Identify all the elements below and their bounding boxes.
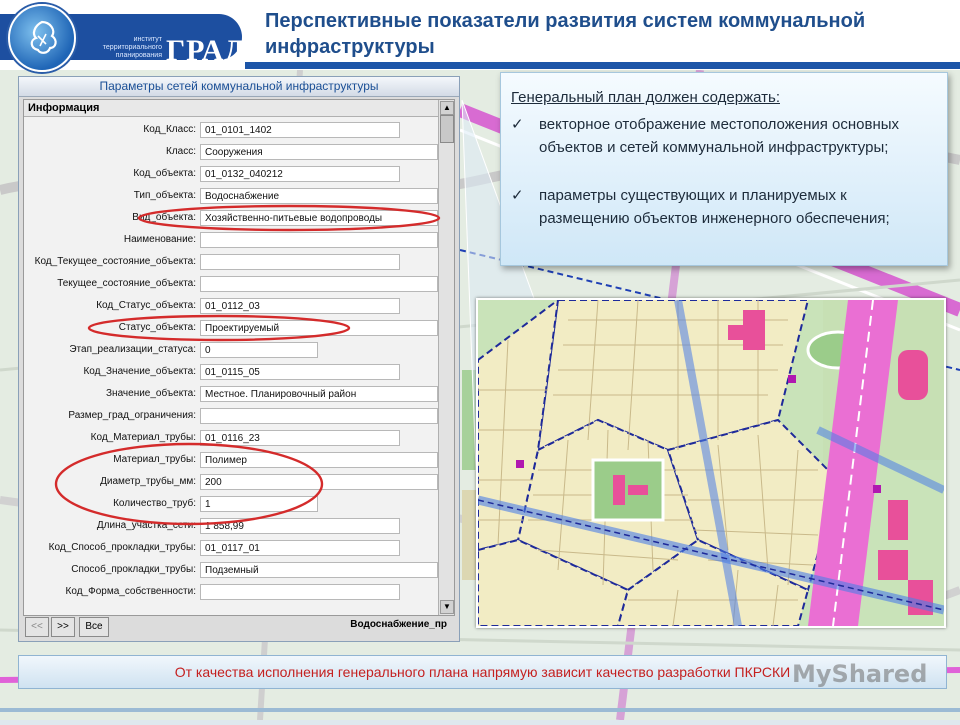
field-value[interactable]: Подземный (200, 562, 438, 578)
field-value[interactable]: Водоснабжение (200, 188, 438, 204)
field-row-naimenovanie: Наименование: (24, 230, 438, 250)
callout-item-text: векторное отображение местоположения осн… (539, 116, 900, 156)
field-label: Статус_объекта: (118, 322, 196, 333)
field-row-kod-status: Код_Статус_объекта: 01_0112_03 (24, 296, 438, 316)
field-label: Код_Статус_объекта: (96, 300, 196, 311)
field-value[interactable]: 1 (200, 496, 318, 512)
watermark: MyShared (792, 660, 928, 688)
scroll-thumb[interactable] (440, 115, 454, 143)
field-row-kod-obekta: Код_объекта: 01_0132_040212 (24, 164, 438, 184)
field-label: Вид_объекта: (132, 212, 196, 223)
previous-record-button[interactable]: << (25, 617, 49, 637)
field-label: Код_Материал_трубы: (90, 432, 196, 443)
page-title: Перспективные показатели развития систем… (265, 10, 866, 58)
field-row-kod-forma-sobstvennosti: Код_Форма_собственности: (24, 582, 438, 602)
field-label: Значение_объекта: (106, 388, 196, 399)
field-row-razmer-ogranicheniya: Размер_град_ограничения: (24, 406, 438, 426)
info-panel: Информация ▲ ▼ Код_Класс: 01_0101_1402 К… (23, 99, 455, 616)
field-row-vid-obekta: Вид_объекта: Хозяйственно-питьевые водоп… (24, 208, 438, 228)
record-navigation: << >> Все Водоснабжение_пр (23, 617, 453, 637)
logo-emblem-icon (8, 4, 76, 72)
field-row-kolichestvo: Количество_труб: 1 (24, 494, 438, 514)
header: институт территориального планирования Г… (0, 0, 960, 72)
field-value[interactable]: Хозяйственно-питьевые водопроводы (200, 210, 438, 226)
field-value[interactable]: 200 (200, 474, 438, 490)
field-row-kod-klass: Код_Класс: 01_0101_1402 (24, 120, 438, 140)
zoomed-map-graphic (478, 300, 944, 626)
field-row-kod-znachenie: Код_Значение_объекта: 01_0115_05 (24, 362, 438, 382)
field-label: Код_Значение_объекта: (83, 366, 196, 377)
field-label: Способ_прокладки_трубы: (71, 564, 196, 575)
field-row-kod-tekushchee-sostoyanie: Код_Текущее_состояние_объекта: (24, 252, 438, 272)
zoomed-map[interactable] (476, 298, 946, 628)
field-value[interactable]: Сооружения (200, 144, 438, 160)
field-value[interactable] (200, 408, 438, 424)
field-label: Код_Форма_собственности: (65, 586, 196, 597)
field-value[interactable]: Проектируемый (200, 320, 438, 336)
field-row-etap-realizatsii: Этап_реализации_статуса: 0 (24, 340, 438, 360)
field-row-klass: Класс: Сооружения (24, 142, 438, 162)
field-row-status: Статус_объекта: Проектируемый (24, 318, 438, 338)
field-value[interactable]: 01_0115_05 (200, 364, 400, 380)
field-label: Код_Текущее_состояние_объекта: (34, 256, 196, 267)
field-label: Код_Способ_прокладки_трубы: (48, 542, 196, 553)
all-records-button[interactable]: Все (79, 617, 109, 637)
field-row-znachenie: Значение_объекта: Местное. Планировочный… (24, 384, 438, 404)
field-row-tekushchee-sostoyanie: Текущее_состояние_объекта: (24, 274, 438, 294)
field-value[interactable]: 1 858,99 (200, 518, 400, 534)
field-label: Класс: (166, 146, 196, 157)
field-row-material: Материал_трубы: Полимер (24, 450, 438, 470)
field-label: Текущее_состояние_объекта: (57, 278, 196, 289)
callout-item-text: параметры существующих и планируемых к р… (539, 187, 890, 227)
info-callout: Генеральный план должен содержать: ✓ век… (500, 72, 948, 266)
field-value[interactable]: 01_0116_23 (200, 430, 400, 446)
check-icon: ✓ (511, 116, 524, 133)
logo-name: ГРАД (166, 34, 246, 67)
field-value[interactable] (200, 254, 400, 270)
field-value[interactable]: 01_0132_040212 (200, 166, 400, 182)
field-value[interactable] (200, 232, 438, 248)
next-record-button[interactable]: >> (51, 617, 75, 637)
field-value[interactable]: 01_0117_01 (200, 540, 400, 556)
field-row-tip-obekta: Тип_объекта: Водоснабжение (24, 186, 438, 206)
field-label: Размер_град_ограничения: (68, 410, 196, 421)
vertical-scrollbar[interactable]: ▲ ▼ (438, 100, 454, 615)
field-row-kod-material: Код_Материал_трубы: 01_0116_23 (24, 428, 438, 448)
field-label: Диаметр_трубы_мм: (100, 476, 196, 487)
callout-heading: Генеральный план должен содержать: (511, 89, 780, 106)
info-panel-header: Информация (24, 100, 454, 117)
field-label: Тип_объекта: (133, 190, 196, 201)
field-value[interactable]: Местное. Планировочный район (200, 386, 438, 402)
field-value[interactable]: 0 (200, 342, 318, 358)
layer-name: Водоснабжение_пр (350, 619, 447, 630)
field-value[interactable] (200, 276, 438, 292)
field-label: Длина_участка_сети: (96, 520, 196, 531)
field-value[interactable]: Полимер (200, 452, 438, 468)
field-row-kod-sposob-prokladki: Код_Способ_прокладки_трубы: 01_0117_01 (24, 538, 438, 558)
check-icon: ✓ (511, 187, 524, 204)
scroll-up-icon[interactable]: ▲ (440, 101, 454, 115)
logo-subtitle: институт территориального планирования (102, 36, 162, 59)
field-label: Материал_трубы: (113, 454, 196, 465)
info-window-title: Параметры сетей коммунальной инфраструкт… (19, 77, 459, 97)
field-value[interactable]: 01_0101_1402 (200, 122, 400, 138)
field-row-sposob-prokladki: Способ_прокладки_трубы: Подземный (24, 560, 438, 580)
field-row-diametr: Диаметр_трубы_мм: 200 (24, 472, 438, 492)
info-window: Параметры сетей коммунальной инфраструкт… (18, 76, 460, 642)
field-label: Код_объекта: (133, 168, 196, 179)
header-divider (245, 62, 960, 69)
field-row-dlina: Длина_участка_сети: 1 858,99 (24, 516, 438, 536)
field-value[interactable]: 01_0112_03 (200, 298, 400, 314)
field-label: Этап_реализации_статуса: (69, 344, 196, 355)
field-label: Количество_труб: (113, 498, 196, 509)
field-value[interactable] (200, 584, 400, 600)
field-label: Код_Класс: (143, 124, 196, 135)
scroll-down-icon[interactable]: ▼ (440, 600, 454, 614)
field-label: Наименование: (123, 234, 196, 245)
